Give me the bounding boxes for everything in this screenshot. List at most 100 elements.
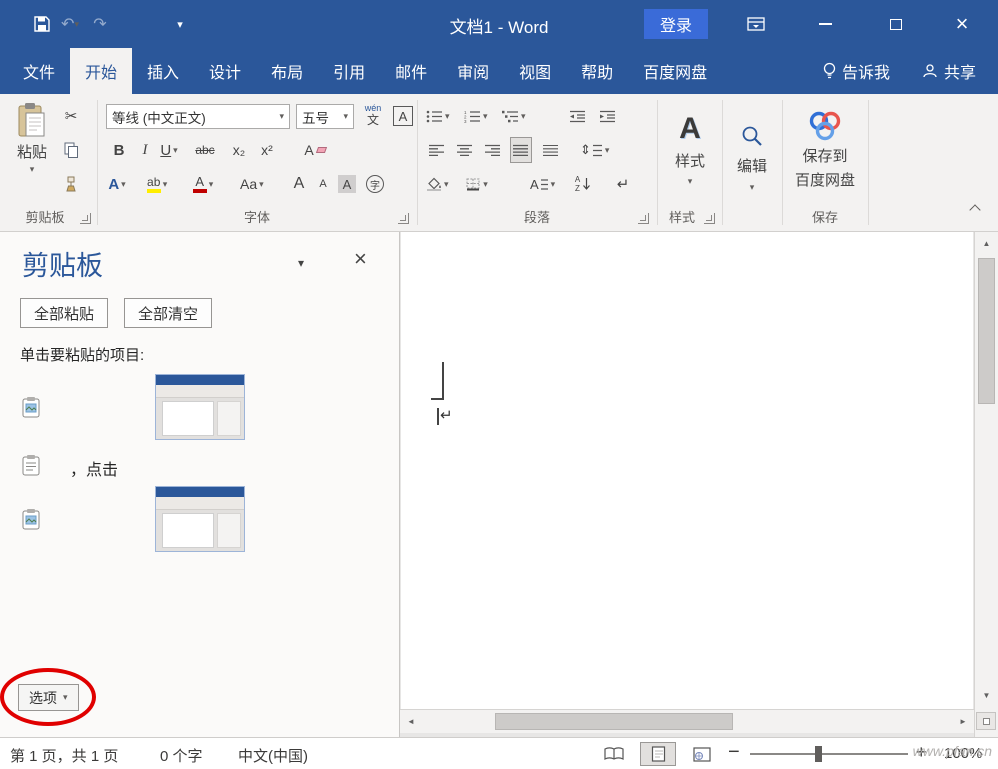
web-layout-button[interactable] <box>684 742 720 766</box>
font-size-select[interactable]: 五号 ▾ <box>296 104 354 129</box>
change-case-button[interactable]: Aa▾ <box>240 171 264 197</box>
collapse-ribbon-button[interactable] <box>964 198 986 218</box>
ribbon-display-options-button[interactable] <box>738 0 774 48</box>
align-right-button[interactable] <box>482 137 504 163</box>
character-shading-button[interactable]: A <box>336 171 358 197</box>
clipboard-item-text[interactable]: ，点击 <box>70 456 118 480</box>
word-count-indicator[interactable]: 0 个字 <box>160 745 203 766</box>
justify-button[interactable] <box>510 137 532 163</box>
tab-help[interactable]: 帮助 <box>566 48 628 94</box>
tab-review[interactable]: 审阅 <box>442 48 504 94</box>
tab-insert[interactable]: 插入 <box>132 48 194 94</box>
copy-button[interactable] <box>60 137 82 163</box>
sort-button[interactable]: A Z <box>572 171 594 197</box>
grow-font-button[interactable]: A <box>288 171 310 197</box>
clipboard-item-image-icon <box>22 396 42 423</box>
tab-view[interactable]: 视图 <box>504 48 566 94</box>
styles-dialog-launcher[interactable] <box>704 213 715 224</box>
numbering-button[interactable]: 123 ▾ <box>464 103 488 129</box>
bullets-button[interactable]: ▾ <box>426 103 450 129</box>
share-button[interactable]: 共享 <box>906 48 998 94</box>
show-formatting-marks-button[interactable]: ↵ <box>612 171 634 197</box>
horizontal-scroll-thumb[interactable] <box>495 713 733 730</box>
print-layout-button[interactable] <box>640 742 676 766</box>
maximize-button[interactable] <box>872 0 920 48</box>
thumb-ribbon <box>156 385 244 398</box>
tab-layout[interactable]: 布局 <box>256 48 318 94</box>
line-spacing-button[interactable]: ⇕ ▾ <box>580 137 609 163</box>
read-mode-button[interactable] <box>596 742 632 766</box>
zoom-out-button[interactable]: − <box>728 741 740 764</box>
strikethrough-button[interactable]: abc <box>194 137 216 163</box>
browse-objects-button[interactable] <box>976 712 996 730</box>
language-indicator[interactable]: 中文(中国) <box>238 745 308 766</box>
cut-button[interactable]: ✂ <box>60 103 82 129</box>
phonetic-guide-button[interactable]: wén 文 <box>362 100 384 130</box>
italic-button[interactable]: I <box>134 137 156 163</box>
save-to-baidu-netdisk-button[interactable]: 保存到 百度网盘 <box>790 102 860 198</box>
close-button[interactable]: × <box>938 0 986 48</box>
scroll-left-button[interactable]: ◄ <box>402 710 420 733</box>
font-color-button[interactable]: A ▾ <box>192 171 214 197</box>
vertical-scrollbar[interactable]: ▲ ▼ <box>974 232 998 737</box>
vertical-scroll-thumb[interactable] <box>978 258 995 404</box>
tell-me-button[interactable]: 告诉我 <box>807 48 906 94</box>
underline-button[interactable]: U▾ <box>158 137 180 163</box>
subscript-button[interactable]: x₂ <box>228 137 250 163</box>
align-left-button[interactable] <box>426 137 448 163</box>
character-border-button[interactable]: A <box>392 103 414 129</box>
paragraph-end-mark: ↵ <box>440 406 453 424</box>
shrink-font-button[interactable]: A <box>312 171 334 197</box>
superscript-button[interactable]: x² <box>256 137 278 163</box>
document-page[interactable] <box>401 232 973 709</box>
styles-gallery-button[interactable]: A 样式 ▾ <box>660 102 720 198</box>
multilevel-list-button[interactable]: ▾ <box>502 103 526 129</box>
horizontal-scrollbar[interactable]: ◄ ► <box>400 709 974 733</box>
minimize-button[interactable] <box>800 0 850 48</box>
paste-all-button[interactable]: 全部粘贴 <box>20 298 108 328</box>
zoom-slider-track[interactable] <box>750 753 908 755</box>
decrease-indent-button[interactable] <box>566 103 588 129</box>
baidu-save-label-line1: 保存到 <box>802 145 847 166</box>
text-highlight-color-button[interactable]: ab ▾ <box>146 171 168 197</box>
editing-button[interactable]: 编辑 ▾ <box>726 102 778 214</box>
tab-design[interactable]: 设计 <box>194 48 256 94</box>
page-number-indicator[interactable]: 第 1 页，共 1 页 <box>10 745 118 766</box>
tab-file[interactable]: 文件 <box>8 48 70 94</box>
tab-home[interactable]: 开始 <box>70 48 132 94</box>
scroll-up-button[interactable]: ▲ <box>975 234 998 252</box>
asian-layout-button[interactable]: A ▾ <box>530 171 555 197</box>
paragraph-dialog-launcher[interactable] <box>638 213 649 224</box>
clipboard-item-screenshot-1[interactable] <box>155 374 245 440</box>
format-painter-button[interactable] <box>60 171 82 197</box>
tab-mailings[interactable]: 邮件 <box>380 48 442 94</box>
borders-button[interactable]: ▾ <box>466 171 488 197</box>
clear-formatting-button[interactable]: A <box>304 137 326 163</box>
pane-menu-button[interactable]: ▾ <box>298 256 304 270</box>
font-dialog-launcher[interactable] <box>398 213 409 224</box>
chevron-down-icon: ▾ <box>173 146 178 155</box>
enclose-characters-button[interactable]: 字 <box>364 171 386 197</box>
shading-button[interactable]: ▾ <box>426 171 449 197</box>
tab-references[interactable]: 引用 <box>318 48 380 94</box>
clipboard-pane-title: 剪贴板 <box>22 244 103 283</box>
font-name-select[interactable]: 等线 (中文正文) ▾ <box>106 104 290 129</box>
down-arrow-icon: ▼ <box>983 691 991 700</box>
text-effects-button[interactable]: A▾ <box>106 171 128 197</box>
zoom-slider-thumb[interactable] <box>815 746 822 762</box>
bold-button[interactable]: B <box>108 137 130 163</box>
clipboard-item-screenshot-2[interactable] <box>155 486 245 552</box>
scroll-down-button[interactable]: ▼ <box>975 686 998 704</box>
pane-close-button[interactable]: × <box>354 246 367 272</box>
clear-all-button[interactable]: 全部清空 <box>124 298 212 328</box>
clipboard-dialog-launcher[interactable] <box>80 213 91 224</box>
scroll-right-button[interactable]: ► <box>954 710 972 733</box>
distribute-text-button[interactable] <box>540 137 562 163</box>
clipboard-hint-text: 单击要粘贴的项目: <box>20 344 144 365</box>
tab-baidu-netdisk[interactable]: 百度网盘 <box>628 48 722 94</box>
clipboard-options-button[interactable]: 选项 ▾ <box>18 684 79 711</box>
sign-in-button[interactable]: 登录 <box>644 9 708 39</box>
increase-indent-button[interactable] <box>596 103 618 129</box>
paste-button[interactable]: 粘贴 ▾ <box>8 102 56 206</box>
align-center-button[interactable] <box>454 137 476 163</box>
